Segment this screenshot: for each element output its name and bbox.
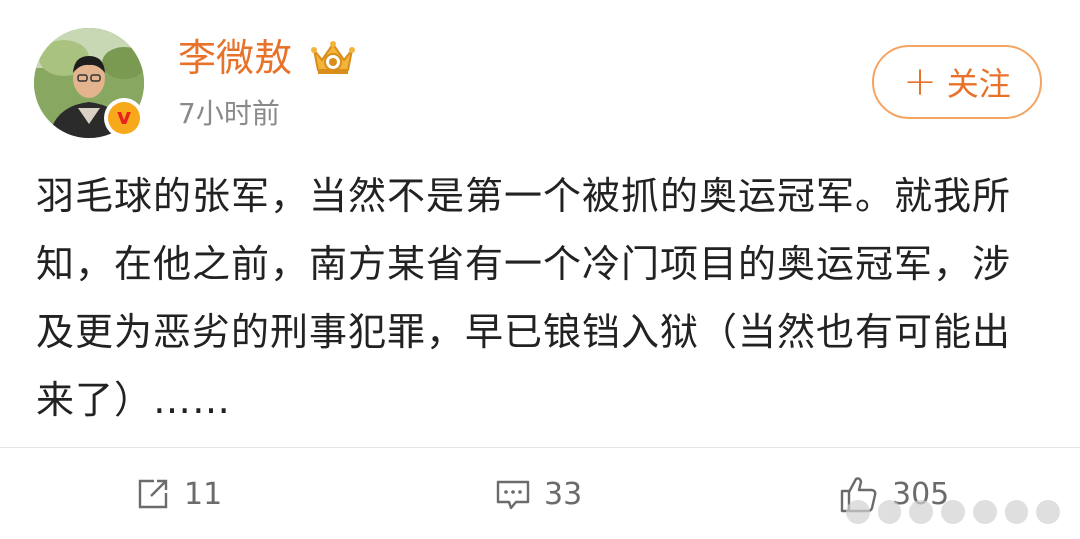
follow-button[interactable]: + 关注 [872,45,1042,119]
watermark [846,494,1061,530]
verified-v-icon: v [108,102,140,134]
post-timestamp: 7小时前 [178,97,280,130]
follow-button-label: 关注 [946,65,1011,103]
share-icon [138,479,168,509]
comment-count: 33 [544,476,583,512]
vip-crown-icon[interactable] [310,38,356,78]
comment-button[interactable]: 33 [494,470,582,518]
divider [0,447,1080,448]
post-text: 羽毛球的张军，当然不是第一个被抓的奥运冠军。就我所知，在他之前，南方某省有一个冷… [36,174,1012,422]
author-name[interactable]: 李微敖 [178,32,292,84]
comment-icon [496,480,530,510]
share-button[interactable]: 11 [134,470,222,518]
plus-icon: + [903,59,937,105]
share-count: 11 [184,476,223,512]
verified-badge: v [104,98,144,138]
